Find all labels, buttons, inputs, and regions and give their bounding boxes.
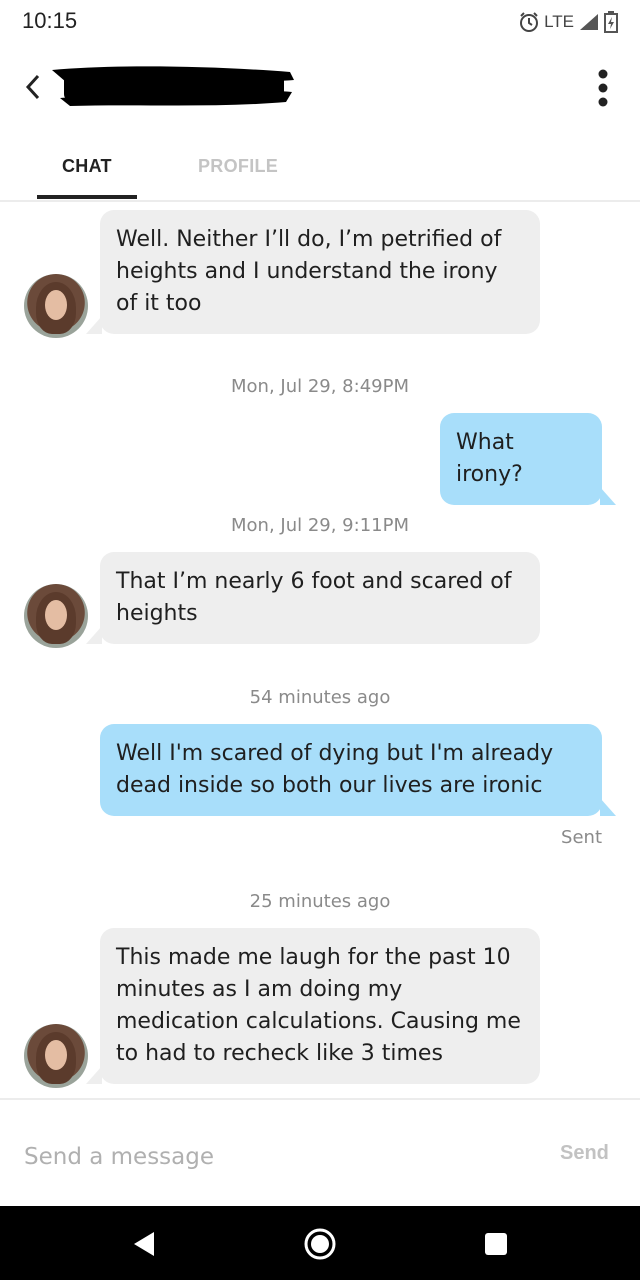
avatar[interactable]	[24, 584, 88, 648]
avatar[interactable]	[24, 274, 88, 338]
message-input[interactable]	[24, 1138, 464, 1176]
sent-status: Sent	[561, 827, 602, 848]
message-list[interactable]: Well. Neither I’ll do, I’m petrified of …	[0, 202, 640, 1098]
message-text: That I’m nearly 6 foot and scared of hei…	[116, 569, 512, 626]
active-tab-indicator	[37, 195, 137, 199]
timestamp: Mon, Jul 29, 8:49PM	[231, 376, 409, 397]
timestamp: Mon, Jul 29, 9:11PM	[231, 515, 409, 536]
system-nav-bar	[0, 1206, 640, 1280]
incoming-message: That I’m nearly 6 foot and scared of hei…	[86, 552, 540, 644]
message-text: What irony?	[456, 430, 523, 487]
incoming-message: Well. Neither I’ll do, I’m petrified of …	[86, 210, 540, 334]
chat-screen: 10:15 LTE CHAT PROFILE Well. Neither I’l…	[0, 0, 640, 1280]
tab-chat[interactable]: CHAT	[62, 156, 112, 177]
message-composer: Send	[0, 1098, 640, 1208]
status-icons: LTE	[518, 10, 618, 34]
chevron-left-icon[interactable]	[16, 70, 50, 104]
battery-icon	[604, 11, 618, 33]
tab-profile[interactable]: PROFILE	[198, 156, 278, 177]
network-label: LTE	[544, 12, 574, 31]
tab-bar: CHAT PROFILE	[0, 134, 640, 202]
incoming-message: This made me laugh for the past 10 minut…	[86, 928, 540, 1084]
chat-header	[0, 44, 640, 134]
outgoing-message: Well I'm scared of dying but I'm already…	[100, 724, 616, 816]
status-time: 10:15	[22, 8, 78, 33]
back-triangle-icon[interactable]	[128, 1226, 164, 1262]
status-bar: 10:15 LTE	[0, 0, 640, 44]
more-vertical-icon[interactable]	[586, 66, 620, 110]
avatar[interactable]	[24, 1024, 88, 1088]
alarm-icon	[520, 12, 539, 32]
recents-square-icon[interactable]	[478, 1226, 514, 1262]
timestamp: 25 minutes ago	[249, 891, 391, 912]
signal-icon	[580, 14, 598, 30]
message-text: This made me laugh for the past 10 minut…	[116, 945, 521, 1066]
send-button[interactable]: Send	[560, 1142, 609, 1165]
message-text: Well. Neither I’ll do, I’m petrified of …	[116, 227, 502, 316]
outgoing-message: What irony?	[440, 413, 616, 505]
message-text: Well I'm scared of dying but I'm already…	[116, 741, 554, 798]
home-circle-icon[interactable]	[302, 1226, 338, 1262]
redaction-scribble	[52, 66, 294, 106]
timestamp: 54 minutes ago	[249, 687, 391, 708]
